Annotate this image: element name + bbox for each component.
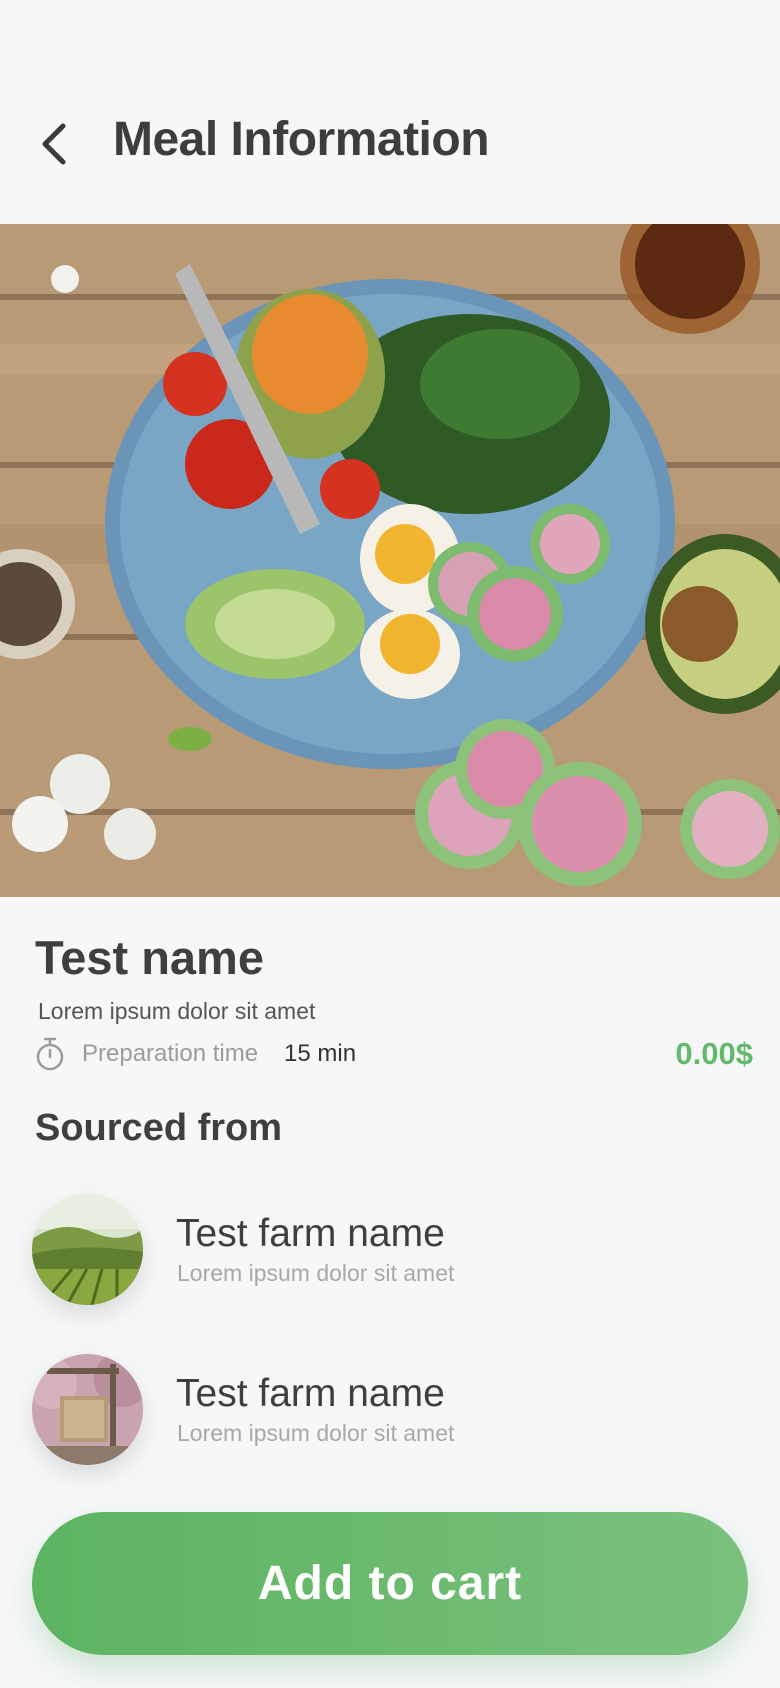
meal-name: Test name [35, 931, 264, 984]
farm-item[interactable]: Test farm name Lorem ipsum dolor sit ame… [32, 1194, 732, 1306]
preparation-label: Preparation time [82, 1040, 259, 1067]
meal-description: Lorem ipsum dolor sit amet [38, 998, 316, 1024]
preparation-value: 15 min [284, 1040, 357, 1067]
page-title: Meal Information [113, 113, 490, 166]
farm-name: Test farm name [176, 1372, 445, 1415]
meal-photo [0, 224, 780, 897]
chevron-left-icon [42, 123, 66, 165]
farm-description: Lorem ipsum dolor sit amet [177, 1420, 455, 1446]
app-header: Meal Information [0, 0, 780, 224]
add-to-cart-label: Add to cart [257, 1557, 523, 1610]
farm-name: Test farm name [176, 1212, 445, 1255]
farm-avatar [32, 1194, 143, 1305]
stopwatch-icon [36, 1037, 64, 1071]
farm-description: Lorem ipsum dolor sit amet [177, 1260, 455, 1286]
sourced-from-heading: Sourced from [35, 1107, 283, 1149]
farm-avatar [32, 1354, 143, 1465]
farm-item[interactable]: Test farm name Lorem ipsum dolor sit ame… [32, 1354, 732, 1466]
back-button[interactable] [30, 114, 78, 174]
price-label: 0.00$ [675, 1036, 753, 1071]
preparation-row: Preparation time 15 min 0.00$ [35, 1036, 753, 1072]
add-to-cart-button[interactable]: Add to cart [32, 1512, 748, 1655]
